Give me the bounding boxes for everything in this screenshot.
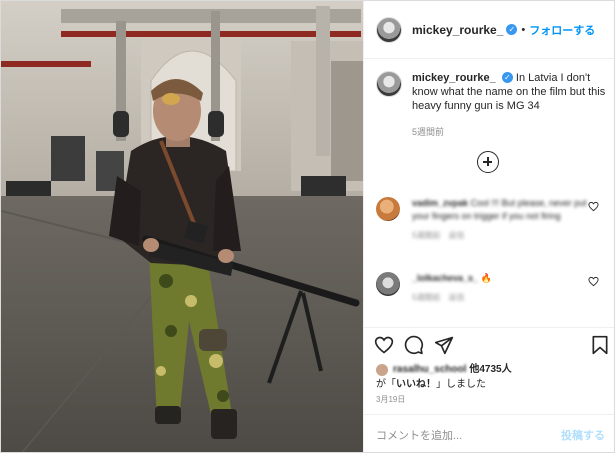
post-comment-button[interactable]: 投稿する [561,427,605,443]
load-more-comments-icon[interactable] [477,151,499,173]
post-photo[interactable] [1,1,363,452]
comment-text: 🔥 [480,273,492,283]
likes-suffix-end: 」しました [436,379,486,390]
author-avatar[interactable] [376,16,402,43]
actions-divider [364,327,614,328]
instagram-post-embed: mickey_rourke_ ✓ • フォローする mickey_rourke_… [0,0,615,453]
post-actions-bar [374,335,609,357]
caption-username[interactable]: mickey_rourke_ [412,72,496,84]
caption-timestamp[interactable]: 5週間前 [412,125,606,139]
likes-suffix-bold: いいね！ [396,379,436,390]
post-side-panel: mickey_rourke_ ✓ • フォローする mickey_rourke_… [363,1,614,452]
comment-body: vadim_zvpak Cool !!! But please, never p… [412,197,592,242]
liker-username[interactable]: rasalhu_school [393,363,466,377]
separator-dot: • [521,23,526,36]
share-icon[interactable] [434,335,454,355]
post-header: mickey_rourke_ ✓ • フォローする [364,1,614,59]
follow-button[interactable]: フォローする [529,22,595,38]
likes-suffix-prefix: が「 [376,379,396,390]
likes-summary: rasalhu_school 他4735人 が「いいね！」しました [376,363,606,392]
comment-meta[interactable]: 5週間前 返信 [412,291,592,304]
caption-body: mickey_rourke_ ✓ In Latvia I don't know … [412,71,606,139]
post-date[interactable]: 3月19日 [376,394,405,405]
bookmark-icon[interactable] [591,335,609,355]
comment-username[interactable]: vadim_zvpak [412,198,468,208]
add-comment-bar: コメントを追加... 投稿する [364,414,614,452]
comment-like-heart-icon[interactable] [588,276,599,287]
caption-author-avatar[interactable] [376,71,402,97]
post-caption: mickey_rourke_ ✓ In Latvia I don't know … [376,71,606,139]
comment-meta[interactable]: 5週間前 返信 [412,229,592,242]
comment-username[interactable]: _lolkacheva_s_ [412,272,478,285]
comment-avatar[interactable] [376,197,400,221]
verified-badge-icon: ✓ [501,72,513,83]
liker-avatar[interactable] [376,364,388,376]
heart-icon[interactable] [374,335,394,355]
comment-avatar[interactable] [376,272,400,296]
comment-item: _lolkacheva_s_ 🔥 5週間前 返信 [376,272,611,304]
comment-input[interactable]: コメントを追加... [376,427,462,443]
verified-badge-icon: ✓ [506,24,518,35]
post-photo-illustration [1,1,363,452]
comment-item: vadim_zvpak Cool !!! But please, never p… [376,197,611,242]
other-likes-count[interactable]: 他4735人 [469,363,511,377]
comment-body: _lolkacheva_s_ 🔥 5週間前 返信 [412,272,592,304]
author-username[interactable]: mickey_rourke_ [412,23,503,37]
likes-suffix: が「いいね！」しました [376,378,606,392]
comment-like-heart-icon[interactable] [588,201,599,212]
comment-icon[interactable] [404,335,424,355]
